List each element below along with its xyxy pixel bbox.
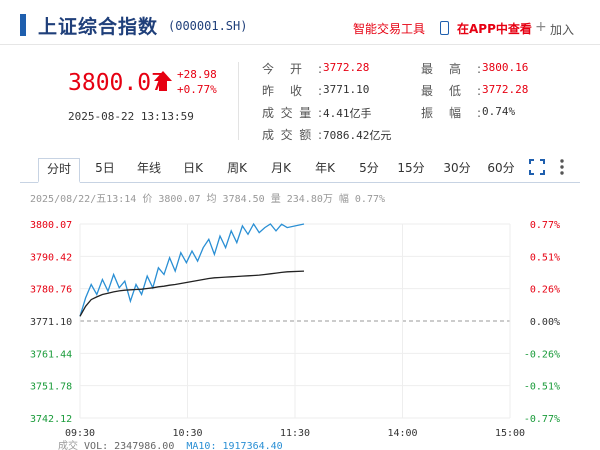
change-value: +28.98 [177, 68, 217, 81]
x-tick: 14:00 [387, 428, 417, 439]
volume-info: 成交 VOL: 2347986.00 MA10: 1917364.40 [58, 437, 283, 450]
y-tick-right: -0.51% [524, 382, 560, 393]
y-tick-left: 3780.76 [30, 285, 72, 296]
y-tick-right: 0.77% [530, 220, 560, 231]
volume-reading: VOL: 2347986.00 [84, 441, 175, 450]
y-axis-right: 0.77% 0.51% 0.26% 0.00% -0.26% -0.51% -0.77% [524, 220, 560, 425]
y-tick-left: 3800.07 [30, 220, 72, 231]
tab-30min[interactable]: 30分 [440, 158, 474, 183]
turnover-value: 7086.42亿元 [323, 129, 392, 142]
y-axis-left: 3800.07 3790.42 3780.76 3771.10 3761.44 3751.… [30, 220, 72, 425]
amplitude-value: 0.74% [482, 105, 516, 118]
change-percent: +0.77% [177, 83, 217, 96]
title-accent-bar [20, 14, 26, 36]
up-arrow-icon [154, 71, 172, 91]
ma10-reading: MA10: 1917364.40 [186, 441, 283, 450]
y-tick-right: 0.00% [530, 317, 560, 328]
change-block: +28.98 +0.77% [177, 67, 217, 97]
crosshair-info: 2025/08/22/五13:14 价 3800.07 均 3784.50 量 … [30, 194, 386, 205]
tab-15min[interactable]: 15分 [394, 158, 428, 183]
fullscreen-icon[interactable] [529, 159, 545, 175]
y-tick-right: -0.26% [524, 349, 560, 360]
page-title: 上证综合指数 [38, 16, 159, 38]
amplitude-label: 振幅: [421, 106, 481, 120]
prev-close-value: 3771.10 [323, 83, 370, 96]
x-tick: 11:30 [280, 428, 310, 439]
low-value: 3772.28 [482, 83, 529, 96]
tab-intraday[interactable]: 分时 [38, 158, 80, 183]
tab-monthly-k[interactable]: 月K [266, 158, 296, 183]
high-label: 最高: [421, 62, 481, 76]
volume-value: 4.41亿手 [323, 107, 372, 120]
y-tick-right: 0.51% [530, 252, 560, 263]
tab-weekly-k[interactable]: 周K [222, 158, 252, 183]
average-line [79, 270, 305, 317]
tab-5min[interactable]: 5分 [354, 158, 384, 183]
y-tick-left: 3790.42 [30, 252, 72, 263]
header-divider [0, 44, 600, 45]
stock-code: (000001.SH) [168, 19, 248, 33]
tab-yearly-k[interactable]: 年K [310, 158, 340, 183]
y-tick-left: 3761.44 [30, 349, 72, 360]
chart-grid [79, 223, 511, 419]
y-tick-left: 3742.12 [30, 414, 72, 425]
high-value: 3800.16 [482, 61, 529, 74]
quote-divider [238, 62, 239, 140]
tab-year-line[interactable]: 年线 [130, 158, 168, 183]
view-in-app-link[interactable]: 在APP中查看 [457, 20, 532, 37]
prev-close-label: 昨收: [262, 84, 322, 98]
smart-tools-link[interactable]: 智能交易工具 [353, 20, 425, 37]
tab-60min[interactable]: 60分 [484, 158, 518, 183]
y-tick-left: 3771.10 [30, 317, 72, 328]
open-label: 今开: [262, 62, 322, 76]
price-line [79, 222, 305, 317]
phone-icon [440, 21, 449, 35]
volume-label: 成交量: [262, 106, 322, 120]
more-icon[interactable] [557, 157, 567, 177]
x-tick: 15:00 [495, 428, 525, 439]
add-watchlist-button[interactable]: 加入 [550, 21, 574, 38]
y-tick-left: 3751.78 [30, 382, 72, 393]
open-value: 3772.28 [323, 61, 370, 74]
tab-daily-k[interactable]: 日K [178, 158, 208, 183]
current-price: 3800.07 [68, 70, 165, 96]
header: 上证综合指数 (000001.SH) 智能交易工具 在APP中查看 + 加入 [0, 0, 600, 54]
y-tick-right: -0.77% [524, 414, 560, 425]
quote-timestamp: 2025-08-22 13:13:59 [68, 110, 194, 123]
turnover-label: 成交额: [262, 128, 322, 142]
intraday-chart[interactable]: 3800.07 3790.42 3780.76 3771.10 3761.44 3751.… [0, 206, 600, 450]
plus-icon[interactable]: + [535, 19, 547, 35]
low-label: 最低: [421, 84, 481, 98]
volume-prefix: 成交 [58, 441, 78, 450]
y-tick-right: 0.26% [530, 285, 560, 296]
tab-5day[interactable]: 5日 [90, 158, 120, 183]
